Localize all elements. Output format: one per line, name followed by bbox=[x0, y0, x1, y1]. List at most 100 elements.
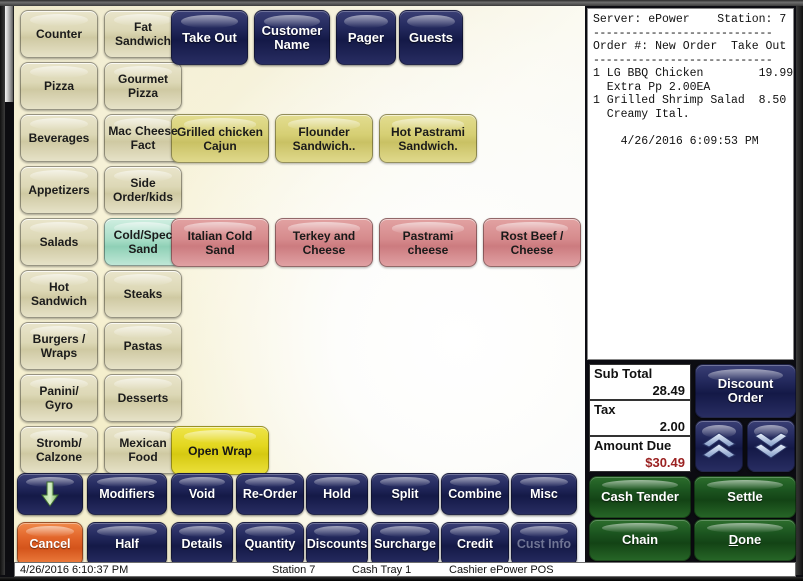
arrow-down-icon bbox=[41, 481, 59, 507]
category-button-appetizers[interactable]: Appetizers bbox=[20, 166, 98, 214]
button-gloss bbox=[183, 430, 257, 443]
left-frame-strip bbox=[5, 102, 14, 562]
category-label: Stromb/ Calzone bbox=[35, 436, 82, 464]
function-button-label: Cust Info bbox=[516, 537, 572, 551]
toolbar-button-label: Pager bbox=[347, 29, 385, 45]
category-label: Appetizers bbox=[28, 183, 90, 197]
receipt-timestamp: 4/26/2016 6:09:53 PM bbox=[593, 134, 759, 148]
function-button-label: Surcharge bbox=[374, 537, 436, 551]
toolbar-button-customer-name[interactable]: Customer Name bbox=[254, 10, 330, 65]
amount-due-value: $30.49 bbox=[645, 455, 685, 470]
function-button-label: Combine bbox=[448, 487, 502, 501]
receipt-display[interactable]: Server: ePower Station: 7 --------------… bbox=[587, 8, 794, 360]
scroll-down-button[interactable] bbox=[747, 420, 795, 472]
function-button-label: Re-Order bbox=[242, 487, 298, 501]
toolbar-button-guests[interactable]: Guests bbox=[399, 10, 463, 65]
category-label: Pastas bbox=[123, 339, 163, 353]
payment-button-done[interactable]: Done bbox=[694, 519, 796, 561]
scroll-up-button[interactable] bbox=[695, 420, 743, 472]
button-gloss bbox=[314, 525, 360, 537]
payment-button-label: Settle bbox=[727, 489, 763, 504]
category-button-hot-sandwich[interactable]: Hot Sandwich bbox=[20, 270, 98, 318]
menu-item-open-wrap[interactable]: Open Wrap bbox=[171, 426, 269, 475]
receipt-line-2[interactable]: Extra Pp 2.00EA bbox=[593, 81, 711, 94]
menu-item-label: Pastrami cheese bbox=[402, 228, 454, 257]
button-gloss bbox=[244, 525, 296, 537]
status-station: Station 7 bbox=[272, 564, 316, 576]
button-gloss bbox=[343, 14, 389, 29]
receipt-line-4[interactable]: Creamy Ital. bbox=[593, 108, 690, 121]
menu-item-terkey-and-cheese[interactable]: Terkey and Cheese bbox=[275, 218, 373, 267]
button-gloss bbox=[244, 476, 296, 488]
category-button-pastas[interactable]: Pastas bbox=[104, 322, 182, 370]
category-button-pizza[interactable]: Pizza bbox=[20, 62, 98, 110]
category-label: Mac Cheese Fact bbox=[108, 124, 178, 152]
menu-item-label: Rost Beef / Cheese bbox=[500, 228, 564, 257]
category-button-panini-gyro[interactable]: Panini/ Gyro bbox=[20, 374, 98, 422]
tax-label: Tax bbox=[594, 402, 616, 417]
function-button-void[interactable]: Void bbox=[171, 473, 233, 515]
category-button-stromb-calzone[interactable]: Stromb/ Calzone bbox=[20, 426, 98, 474]
left-scrollbar[interactable] bbox=[5, 6, 14, 102]
menu-item-rost-beef-cheese[interactable]: Rost Beef / Cheese bbox=[483, 218, 581, 267]
menu-item-flounder-sandwich[interactable]: Flounder Sandwich.. bbox=[275, 114, 373, 163]
button-gloss bbox=[25, 525, 75, 537]
category-label: Salads bbox=[39, 235, 79, 249]
subtotal-label: Sub Total bbox=[594, 366, 653, 381]
function-button-discounts[interactable]: Discounts bbox=[306, 522, 368, 566]
payment-button-chain[interactable]: Chain bbox=[589, 519, 691, 561]
function-button-split[interactable]: Split bbox=[371, 473, 439, 515]
category-label: Mexican Food bbox=[119, 436, 167, 464]
category-button-counter[interactable]: Counter bbox=[20, 10, 98, 58]
function-button-combine[interactable]: Combine bbox=[441, 473, 509, 515]
function-button-misc[interactable]: Misc bbox=[511, 473, 577, 515]
category-button-gourmet-pizza[interactable]: Gourmet Pizza bbox=[104, 62, 182, 110]
function-button-half[interactable]: Half bbox=[87, 522, 167, 566]
function-button-details[interactable]: Details bbox=[171, 522, 233, 566]
menu-item-hot-pastrami-sandwich[interactable]: Hot Pastrami Sandwich. bbox=[379, 114, 477, 163]
menu-item-label: Open Wrap bbox=[188, 443, 252, 458]
menu-item-grilled-chicken-cajun[interactable]: Grilled chicken Cajun bbox=[171, 114, 269, 163]
function-button-label: Misc bbox=[530, 487, 558, 501]
function-button-modifiers[interactable]: Modifiers bbox=[87, 473, 167, 515]
category-label: Gourmet Pizza bbox=[117, 72, 168, 100]
chevron-up-double-icon bbox=[702, 432, 736, 459]
function-button-quantity[interactable]: Quantity bbox=[236, 522, 304, 566]
receipt-line-3[interactable]: 1 Grilled Shrimp Salad 8.50 bbox=[593, 94, 786, 107]
toolbar-button-take-out[interactable]: Take Out bbox=[171, 10, 248, 65]
toolbar-button-label: Guests bbox=[408, 29, 454, 45]
discount-order-button[interactable]: Discount Order bbox=[695, 364, 796, 418]
subtotal-value: 28.49 bbox=[652, 383, 685, 398]
category-button-salads[interactable]: Salads bbox=[20, 218, 98, 266]
function-button-surcharge[interactable]: Surcharge bbox=[371, 522, 439, 566]
pos-application: Counter Fat Sandwich Pizza Gourmet Pizza Bev… bbox=[0, 0, 803, 581]
menu-item-italian-cold-sand[interactable]: Italian Cold Sand bbox=[171, 218, 269, 267]
menu-item-label: Flounder Sandwich.. bbox=[292, 124, 356, 153]
function-button-cancel[interactable]: Cancel bbox=[17, 522, 83, 566]
category-button-burgers-wraps[interactable]: Burgers / Wraps bbox=[20, 322, 98, 370]
category-button-beverages[interactable]: Beverages bbox=[20, 114, 98, 162]
payment-button-cash-tender[interactable]: Cash Tender bbox=[589, 476, 691, 518]
button-gloss bbox=[97, 525, 157, 537]
category-button-steaks[interactable]: Steaks bbox=[104, 270, 182, 318]
button-gloss bbox=[30, 118, 88, 131]
category-label: Cold/Spec Sand bbox=[113, 228, 173, 256]
function-button-label: Half bbox=[115, 537, 139, 551]
function-button-re-order[interactable]: Re-Order bbox=[236, 473, 304, 515]
function-button-label: Void bbox=[188, 487, 216, 501]
receipt-line-1[interactable]: 1 LG BBQ Chicken 19.99 bbox=[593, 67, 793, 80]
function-button-hold[interactable]: Hold bbox=[306, 473, 368, 515]
button-gloss bbox=[179, 476, 225, 488]
category-button-side-order-kids[interactable]: Side Order/kids bbox=[104, 166, 182, 214]
function-button-down-arrow[interactable] bbox=[17, 473, 83, 515]
button-gloss bbox=[314, 476, 360, 488]
menu-item-pastrami-cheese[interactable]: Pastrami cheese bbox=[379, 218, 477, 267]
function-button-credit[interactable]: Credit bbox=[441, 522, 509, 566]
function-button-label: Credit bbox=[456, 537, 494, 551]
status-datetime: 4/26/2016 6:10:37 PM bbox=[20, 564, 129, 576]
payment-button-settle[interactable]: Settle bbox=[694, 476, 796, 518]
toolbar-button-pager[interactable]: Pager bbox=[336, 10, 396, 65]
button-gloss bbox=[519, 525, 569, 537]
category-button-desserts[interactable]: Desserts bbox=[104, 374, 182, 422]
menu-item-label: Italian Cold Sand bbox=[187, 228, 253, 257]
